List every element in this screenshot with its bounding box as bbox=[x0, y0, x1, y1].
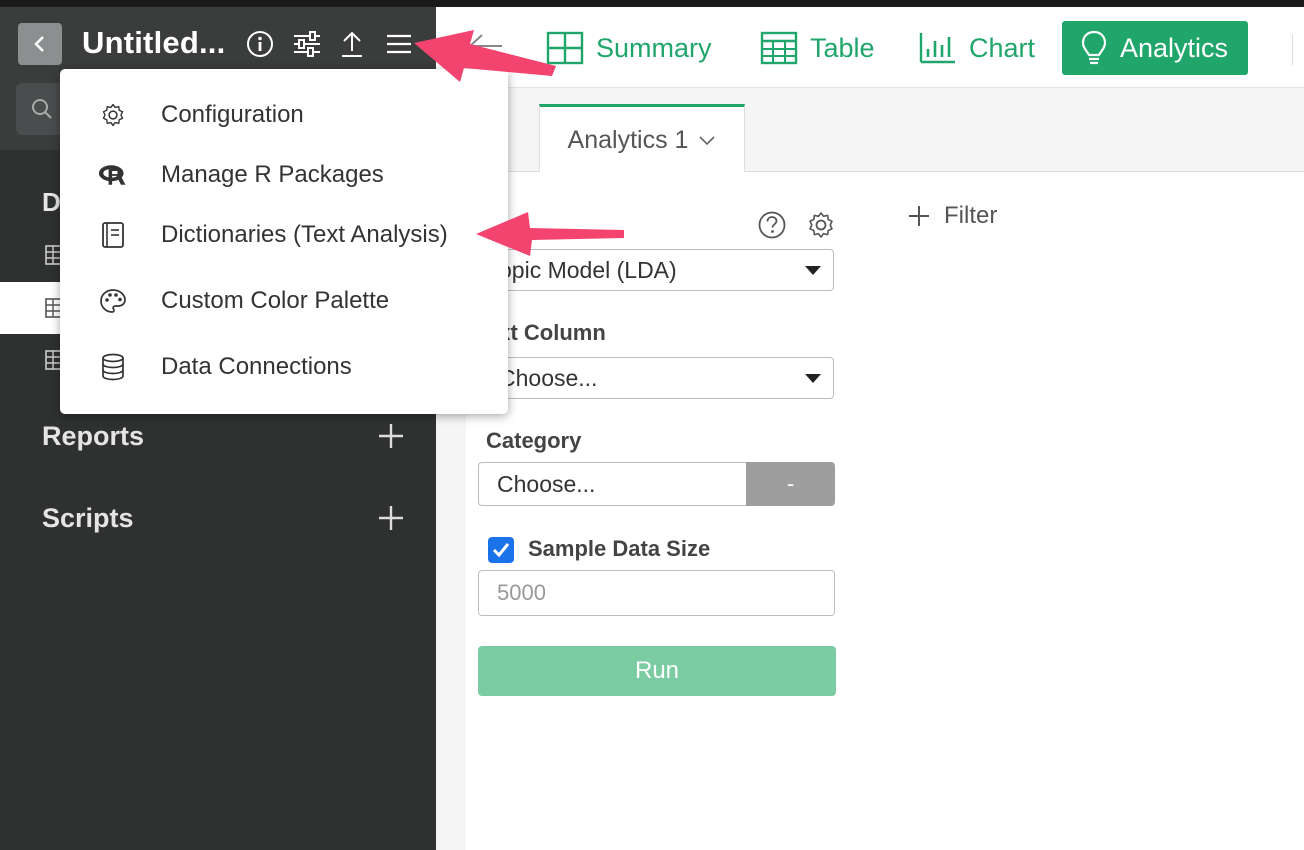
text-column-select[interactable]: Choose... bbox=[478, 357, 834, 399]
arrow-left-icon[interactable] bbox=[466, 31, 506, 61]
tab-chart[interactable]: Chart bbox=[919, 21, 1035, 75]
menu-item-label: Configuration bbox=[161, 101, 304, 128]
algorithm-label: e bbox=[510, 210, 523, 235]
sample-size-input[interactable]: 5000 bbox=[478, 570, 835, 616]
table-icon bbox=[760, 31, 798, 65]
palette-icon bbox=[98, 286, 128, 316]
analytics-panel: e opic Model (LDA) ext Column Choose... … bbox=[466, 172, 1304, 850]
plus-icon bbox=[909, 206, 929, 226]
category-select[interactable]: Choose... bbox=[478, 462, 746, 506]
add-script-icon[interactable] bbox=[378, 505, 404, 531]
bar-chart-icon bbox=[919, 33, 955, 64]
tab-analytics[interactable]: Analytics bbox=[1062, 21, 1249, 75]
lightbulb-icon bbox=[1081, 30, 1107, 65]
main-menu-dropdown: Configuration Manage R Packages Dictiona… bbox=[60, 69, 508, 414]
tab-summary-label: Summary bbox=[596, 32, 712, 63]
menu-item-label: Data Connections bbox=[161, 353, 352, 380]
tab-table-label: Table bbox=[810, 32, 875, 63]
toolbar: Summary Table Chart Analytics bbox=[436, 7, 1304, 88]
sample-data-size-checkbox[interactable] bbox=[488, 537, 514, 563]
tab-analytics-label: Analytics bbox=[1120, 32, 1229, 63]
add-report-icon[interactable] bbox=[378, 423, 404, 449]
menu-item-custom-color-palette[interactable]: Custom Color Palette bbox=[60, 271, 508, 331]
tab-analytics-1-label: Analytics 1 bbox=[567, 125, 689, 154]
algorithm-select[interactable]: opic Model (LDA) bbox=[478, 249, 834, 291]
algorithm-select-value: opic Model (LDA) bbox=[499, 256, 677, 283]
tab-summary[interactable]: Summary bbox=[546, 21, 712, 75]
menu-item-dictionaries[interactable]: Dictionaries (Text Analysis) bbox=[60, 205, 508, 265]
menu-item-configuration[interactable]: Configuration bbox=[60, 85, 508, 145]
text-column-select-value: Choose... bbox=[499, 364, 598, 391]
run-button[interactable]: Run bbox=[478, 646, 836, 696]
tab-chart-label: Chart bbox=[969, 32, 1036, 63]
category-select-value: Choose... bbox=[497, 470, 596, 497]
r-logo-icon bbox=[98, 160, 128, 190]
data-section-heading: D bbox=[42, 187, 61, 217]
sample-data-size-label: Sample Data Size bbox=[528, 536, 711, 561]
search-icon bbox=[32, 99, 52, 119]
reports-section[interactable]: Reports bbox=[42, 421, 144, 452]
category-clear-button[interactable]: - bbox=[746, 462, 835, 506]
chevron-down-icon bbox=[699, 136, 716, 146]
project-title[interactable]: Untitled... bbox=[82, 25, 225, 61]
category-label: Category bbox=[486, 428, 582, 453]
book-icon bbox=[98, 220, 128, 250]
help-icon[interactable] bbox=[757, 210, 787, 240]
chevron-left-icon bbox=[34, 36, 44, 52]
toolbar-divider bbox=[1292, 35, 1293, 65]
main-area: Summary Table Chart Analytics Analytics … bbox=[436, 7, 1304, 850]
hamburger-menu-icon[interactable] bbox=[384, 29, 414, 59]
sliders-icon[interactable] bbox=[292, 29, 322, 59]
menu-item-label: Dictionaries (Text Analysis) bbox=[161, 221, 448, 248]
tab-table[interactable]: Table bbox=[760, 21, 875, 75]
menu-item-data-connections[interactable]: Data Connections bbox=[60, 337, 508, 397]
caret-down-icon bbox=[805, 266, 821, 275]
database-icon bbox=[98, 352, 128, 382]
add-filter-button[interactable]: Filter bbox=[908, 202, 997, 230]
checkmark-icon bbox=[492, 543, 510, 558]
back-button[interactable] bbox=[18, 23, 62, 65]
info-icon[interactable] bbox=[245, 29, 275, 59]
gear-icon bbox=[98, 100, 128, 130]
analytics-tabs-bar: Analytics 1 bbox=[436, 88, 1304, 173]
caret-down-icon bbox=[805, 374, 821, 383]
menu-item-label: Manage R Packages bbox=[161, 161, 384, 188]
menu-item-label: Custom Color Palette bbox=[161, 287, 390, 314]
scripts-section[interactable]: Scripts bbox=[42, 503, 134, 534]
menu-item-manage-r-packages[interactable]: Manage R Packages bbox=[60, 145, 508, 205]
tab-analytics-1[interactable]: Analytics 1 bbox=[539, 104, 745, 173]
settings-gear-icon[interactable] bbox=[806, 210, 836, 240]
sample-size-value: 5000 bbox=[497, 580, 546, 605]
summary-grid-icon bbox=[546, 31, 584, 65]
filter-label: Filter bbox=[944, 202, 998, 229]
window-top-strip bbox=[0, 0, 1304, 7]
upload-icon[interactable] bbox=[337, 29, 367, 59]
